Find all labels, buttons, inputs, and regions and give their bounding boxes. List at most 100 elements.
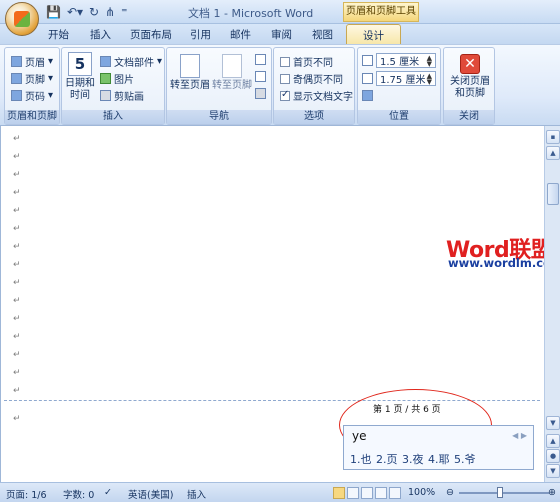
tab-insert[interactable]: 插入 (90, 27, 111, 42)
office-button[interactable] (5, 2, 39, 36)
chevron-down-icon: ▾ (48, 56, 54, 67)
zoom-level[interactable]: 100% (408, 487, 435, 498)
zoom-out-icon[interactable]: ⊖ (446, 487, 454, 498)
tab-references[interactable]: 引用 (190, 27, 211, 42)
scroll-up-icon[interactable]: ▲ (546, 146, 560, 160)
spin-arrows-icon[interactable]: ▲ ▼ (427, 54, 432, 67)
full-screen-reading-icon[interactable] (347, 487, 359, 499)
paragraph-mark: ↵ (13, 206, 21, 216)
office-logo-icon (14, 11, 30, 27)
footer-position-input[interactable]: 1.75 厘米 ▲ ▼ (376, 71, 436, 86)
header-position-icon (362, 55, 373, 66)
header-button[interactable]: 页眉 ▾ (11, 54, 53, 69)
view-buttons (333, 487, 401, 499)
date-time-button[interactable]: 5 日期和 时间 (65, 52, 95, 102)
paragraph-mark: ↵ (13, 242, 21, 252)
header-icon (11, 56, 22, 67)
spelling-check-icon[interactable]: ✓ (104, 487, 112, 498)
diff-first-page-checkbox[interactable]: 首页不同 (280, 54, 333, 69)
tab-mailings[interactable]: 邮件 (230, 27, 251, 42)
undo-icon[interactable]: ↶▾ (67, 4, 83, 20)
chevron-down-icon: ▾ (48, 90, 54, 101)
prev-section-button[interactable] (255, 54, 266, 65)
status-words[interactable]: 字数: 0 (63, 487, 94, 501)
header-position-input[interactable]: 1.5 厘米 ▲ ▼ (376, 53, 436, 68)
ime-page-arrows-icon[interactable]: ◀ ▶ (512, 431, 527, 440)
save-icon[interactable]: 💾 (46, 4, 61, 20)
tab-home[interactable]: 开始 (48, 27, 69, 42)
checkbox-icon (280, 56, 290, 67)
title-bar: 💾 ↶▾ ↻ ⋔ ⁼ 文档 1 - Microsoft Word 页眉和页脚工具 (0, 0, 560, 36)
paragraph-mark: ↵ (13, 170, 21, 180)
zoom-in-icon[interactable]: ⊕ (548, 487, 556, 498)
paragraph-mark: ↵ (13, 386, 21, 396)
prev-page-icon[interactable]: ▲ (546, 434, 560, 448)
group-header-footer: 页眉 ▾ 页脚 ▾ 页码 ▾ 页眉和页脚 (4, 47, 60, 125)
page-number-button[interactable]: 页码 ▾ (11, 88, 53, 103)
ribbon-tabs: 开始 插入 页面布局 引用 邮件 审阅 视图 设计 (0, 24, 560, 44)
redo-icon[interactable]: ↻ (89, 4, 99, 20)
vertical-scrollbar[interactable]: ▪ ▲ ▼ ▲ ● ▼ (544, 126, 560, 482)
ime-composition: ye (352, 429, 367, 443)
zoom-slider-handle[interactable] (497, 487, 503, 498)
insert-alignment-tab-button[interactable] (362, 90, 373, 101)
status-page[interactable]: 页面: 1/6 (6, 487, 47, 501)
group-navigation: 转至页眉 转至页脚 导航 (166, 47, 272, 125)
goto-header-button[interactable]: 转至页眉 (169, 54, 211, 92)
outline-icon[interactable] (375, 487, 387, 499)
group-label: 选项 (274, 110, 354, 124)
doc-parts-button[interactable]: 文档部件 ▾ (100, 54, 162, 69)
next-page-icon[interactable]: ▼ (546, 464, 560, 478)
paragraph-mark: ↵ (13, 350, 21, 360)
network-icon[interactable]: ⋔ (105, 4, 115, 20)
scroll-thumb[interactable] (547, 183, 559, 205)
ime-candidate-window: ye ◀ ▶ 1.也 2.页 3.夜 4.耶 5.爷 (343, 425, 534, 470)
next-section-button[interactable] (255, 71, 266, 82)
draft-icon[interactable] (389, 487, 401, 499)
next-section-icon (255, 71, 266, 82)
link-previous-button[interactable] (255, 88, 266, 99)
diff-odd-even-checkbox[interactable]: 奇偶页不同 (280, 71, 343, 86)
page-number-icon (11, 90, 22, 101)
browse-object-icon[interactable]: ● (546, 449, 560, 463)
ime-candidates[interactable]: 1.也 2.页 3.夜 4.耶 5.爷 (350, 451, 475, 467)
tab-review[interactable]: 审阅 (271, 27, 292, 42)
tab-design[interactable]: 设计 (346, 24, 401, 44)
group-label: 关闭 (444, 110, 494, 124)
paragraph-mark: ↵ (13, 296, 21, 306)
show-doc-text-checkbox[interactable]: 显示文档文字 (280, 88, 353, 103)
footer-button[interactable]: 页脚 ▾ (11, 71, 53, 86)
group-close: ✕ 关闭页眉 和页脚 关闭 (443, 47, 495, 125)
group-insert: 5 日期和 时间 文档部件 ▾ 图片 剪贴画 插入 (61, 47, 165, 125)
checkbox-icon (280, 73, 290, 84)
scroll-down-icon[interactable]: ▼ (546, 416, 560, 430)
status-language[interactable]: 英语(美国) (128, 487, 173, 501)
customize-qat-icon[interactable]: ⁼ (121, 4, 127, 20)
paragraph-mark: ↵ (13, 278, 21, 288)
paragraph-mark: ↵ (13, 134, 21, 144)
goto-footer-icon (222, 54, 242, 78)
clipart-button[interactable]: 剪贴画 (100, 88, 144, 103)
footer-position-control[interactable]: 1.75 厘米 ▲ ▼ (362, 71, 436, 86)
spin-arrows-icon[interactable]: ▲ ▼ (427, 72, 432, 85)
paragraph-mark: ↵ (13, 332, 21, 342)
group-label: 位置 (358, 110, 440, 124)
paragraph-mark: ↵ (13, 260, 21, 270)
close-header-footer-button[interactable]: ✕ 关闭页眉 和页脚 (446, 54, 494, 100)
picture-button[interactable]: 图片 (100, 71, 134, 86)
print-layout-icon[interactable] (333, 487, 345, 499)
status-bar: 页面: 1/6 字数: 0 ✓ 英语(美国) 插入 100% ⊖ ⊕ (0, 482, 560, 502)
ruler-toggle-icon[interactable]: ▪ (546, 130, 560, 144)
status-insert-mode[interactable]: 插入 (187, 487, 206, 501)
clipart-icon (100, 90, 111, 101)
group-label: 导航 (167, 110, 271, 124)
paragraph-mark: ↵ (13, 414, 21, 424)
web-layout-icon[interactable] (361, 487, 373, 499)
tab-page-layout[interactable]: 页面布局 (130, 27, 172, 42)
goto-footer-button[interactable]: 转至页脚 (211, 54, 253, 92)
header-position-control[interactable]: 1.5 厘米 ▲ ▼ (362, 53, 436, 68)
group-position: 1.5 厘米 ▲ ▼ 1.75 厘米 ▲ ▼ 位置 (357, 47, 441, 125)
tab-view[interactable]: 视图 (312, 27, 333, 42)
zoom-slider-track[interactable] (459, 492, 549, 494)
group-label: 插入 (62, 110, 164, 124)
